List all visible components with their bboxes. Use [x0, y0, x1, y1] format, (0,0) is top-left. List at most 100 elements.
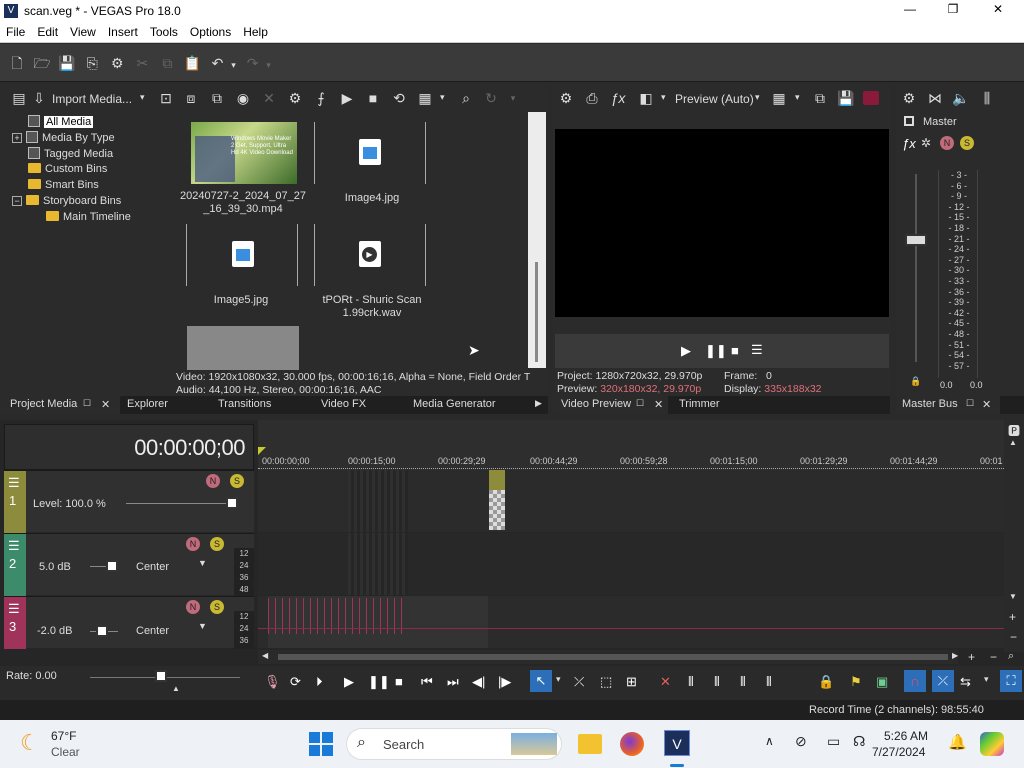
tab-project-media[interactable]: Project Media — [10, 398, 77, 410]
taskbar-search[interactable]: ⌕ Search — [346, 728, 562, 760]
tree-item-custom-bins[interactable]: Custom Bins — [28, 163, 107, 175]
tab-close-icon[interactable]: ✕ — [654, 398, 663, 411]
rate-reset-icon[interactable]: ▲ — [172, 684, 180, 693]
show-hidden-icons-icon[interactable]: ∧ — [765, 734, 774, 748]
import-media-button[interactable]: Import Media... — [52, 92, 132, 106]
display-icon[interactable]: ▭ — [827, 733, 840, 750]
play-icon[interactable]: ▶ — [344, 674, 354, 690]
menu-file[interactable]: File — [0, 23, 31, 39]
tab-master-bus[interactable]: Master Bus — [902, 398, 958, 410]
import-media-icon[interactable]: ⇩ — [28, 89, 50, 107]
delete-icon[interactable]: ✕ — [660, 674, 671, 690]
tab-explorer[interactable]: Explorer — [127, 398, 168, 410]
mute-icon[interactable]: N — [186, 600, 200, 614]
preview-settings-icon[interactable]: ⚙ — [555, 89, 577, 107]
tree-item-storyboard-bins[interactable]: − Storyboard Bins — [12, 195, 121, 207]
pan-handle-icon[interactable]: ▼ — [198, 621, 207, 631]
media-scrollbar[interactable] — [528, 112, 546, 368]
track-menu-icon[interactable]: ☰ — [8, 601, 20, 617]
snapping-icon[interactable]: ∩ — [904, 670, 926, 692]
auto-crossfade-icon[interactable]: ⤫ — [932, 670, 954, 692]
trim-icon[interactable]: ⦀ — [688, 674, 694, 690]
settings-gear-icon[interactable]: ⚙ — [106, 54, 128, 72]
track-header-3[interactable]: ☰ 3 N S -2.0 dB Center ▼ 12 24 36 — [4, 596, 254, 649]
ripple-dropdown-icon[interactable]: ▾ — [984, 674, 989, 685]
zoom-tool-icon[interactable]: ⊞ — [626, 674, 637, 690]
paste-icon[interactable]: 📋 — [181, 54, 203, 72]
normal-edit-tool-icon[interactable]: ↖ — [530, 670, 552, 692]
remove-icon[interactable]: ✕ — [258, 89, 280, 107]
menu-view[interactable]: View — [64, 23, 102, 39]
get-media-icon[interactable]: ⧈ — [180, 89, 202, 107]
hscroll-thumb[interactable] — [278, 654, 948, 660]
media-item[interactable]: Windows Movie Maker 2 Get, Support, Ultr… — [174, 112, 309, 215]
record-icon[interactable] — [863, 91, 879, 105]
scroll-down-icon[interactable]: ▼ — [1009, 592, 1017, 601]
render-icon[interactable]: ⎘ — [81, 54, 103, 72]
audio-event[interactable] — [268, 596, 488, 648]
tree-item-media-by-type[interactable]: + Media By Type — [12, 131, 115, 144]
replace-icon[interactable]: ⧉ — [206, 89, 228, 107]
edit-tool-dropdown-icon[interactable]: ▾ — [556, 674, 561, 685]
undo-dropdown-icon[interactable]: ▾ — [229, 56, 239, 74]
tree-item-main-timeline[interactable]: Main Timeline — [46, 211, 131, 223]
tree-item-tagged-media[interactable]: Tagged Media — [28, 147, 113, 160]
save-snapshot-icon[interactable]: 💾 — [835, 89, 857, 107]
maximize-button[interactable]: ❐ — [943, 2, 963, 16]
go-to-end-icon[interactable]: ⏭ — [447, 674, 459, 690]
expand-icon[interactable]: + — [12, 133, 22, 143]
split-dropdown-icon[interactable]: ▾ — [661, 92, 666, 103]
media-fx-icon[interactable]: ⨍ — [310, 89, 332, 107]
menu-edit[interactable]: Edit — [31, 23, 64, 39]
trim-end-icon[interactable]: ⦀ — [740, 674, 746, 690]
media-item[interactable]: Image5.jpg — [174, 214, 309, 314]
video-event[interactable] — [489, 470, 505, 532]
zoom-out-vertical-icon[interactable]: − — [1010, 630, 1017, 644]
ripple-edit-icon[interactable]: ⇆ — [960, 674, 971, 690]
mixer-bus-icon[interactable]: ⋈ — [924, 89, 946, 107]
new-file-icon[interactable]: 🗋 — [6, 54, 28, 72]
next-frame-icon[interactable]: |▶ — [498, 674, 511, 690]
level-slider-handle[interactable] — [226, 497, 238, 509]
minimize-button[interactable]: — — [900, 2, 920, 16]
pause-icon[interactable]: ❚❚ — [368, 674, 390, 690]
tab-scroll-right-icon[interactable]: ▶ — [535, 398, 542, 409]
master-checkbox[interactable] — [904, 116, 914, 126]
track-menu-icon[interactable]: ☰ — [8, 475, 20, 491]
mute-icon[interactable]: N — [206, 474, 220, 488]
start-button[interactable] — [309, 732, 333, 756]
solo-icon[interactable]: S — [210, 600, 224, 614]
accessibility-icon[interactable]: ☊ — [853, 733, 865, 750]
scroll-up-icon[interactable]: ▲ — [1009, 438, 1017, 447]
mixer-settings-icon[interactable]: ⚙ — [898, 89, 920, 107]
capture-icon[interactable]: ⊡ — [155, 89, 177, 107]
master-fx-icon[interactable]: ƒx — [902, 136, 916, 151]
view-mode-icon[interactable]: ▦ — [414, 89, 436, 107]
clock-time[interactable]: 5:26 AM — [884, 729, 928, 743]
tree-item-all-media[interactable]: All Media — [28, 115, 94, 128]
tree-item-smart-bins[interactable]: Smart Bins — [28, 179, 99, 191]
region-icon[interactable]: ▣ — [876, 674, 888, 690]
solo-icon[interactable]: S — [960, 136, 974, 150]
rate-slider-handle[interactable] — [155, 670, 167, 682]
go-to-start-icon[interactable]: ⏮ — [421, 674, 433, 690]
preview-stop-icon[interactable]: ■ — [731, 343, 739, 358]
level-slider[interactable] — [126, 503, 236, 504]
overlays-dropdown-icon[interactable]: ▾ — [795, 92, 800, 103]
media-thumbnail-partial[interactable] — [187, 326, 299, 370]
menu-options[interactable]: Options — [184, 23, 237, 39]
stop-icon[interactable]: ■ — [395, 674, 403, 689]
menu-help[interactable]: Help — [237, 23, 274, 39]
marker-tool-icon[interactable]: ⚑ — [850, 674, 862, 690]
envelope-tool-icon[interactable]: ⤫ — [574, 674, 584, 690]
refresh-icon[interactable]: ↻ — [480, 89, 502, 107]
copilot-icon[interactable] — [980, 732, 1004, 756]
preview-pause-icon[interactable]: ❚❚ — [705, 343, 727, 359]
preview-quality-select[interactable]: Preview (Auto) — [675, 92, 754, 106]
master-fader-track[interactable] — [915, 174, 917, 362]
volume-slider-handle[interactable] — [96, 625, 108, 637]
track-lane-1[interactable] — [258, 470, 1004, 532]
tab-close-icon[interactable]: ✕ — [982, 398, 991, 411]
track-lane-3[interactable] — [258, 596, 1004, 648]
open-folder-icon[interactable]: 🗁 — [31, 54, 53, 72]
